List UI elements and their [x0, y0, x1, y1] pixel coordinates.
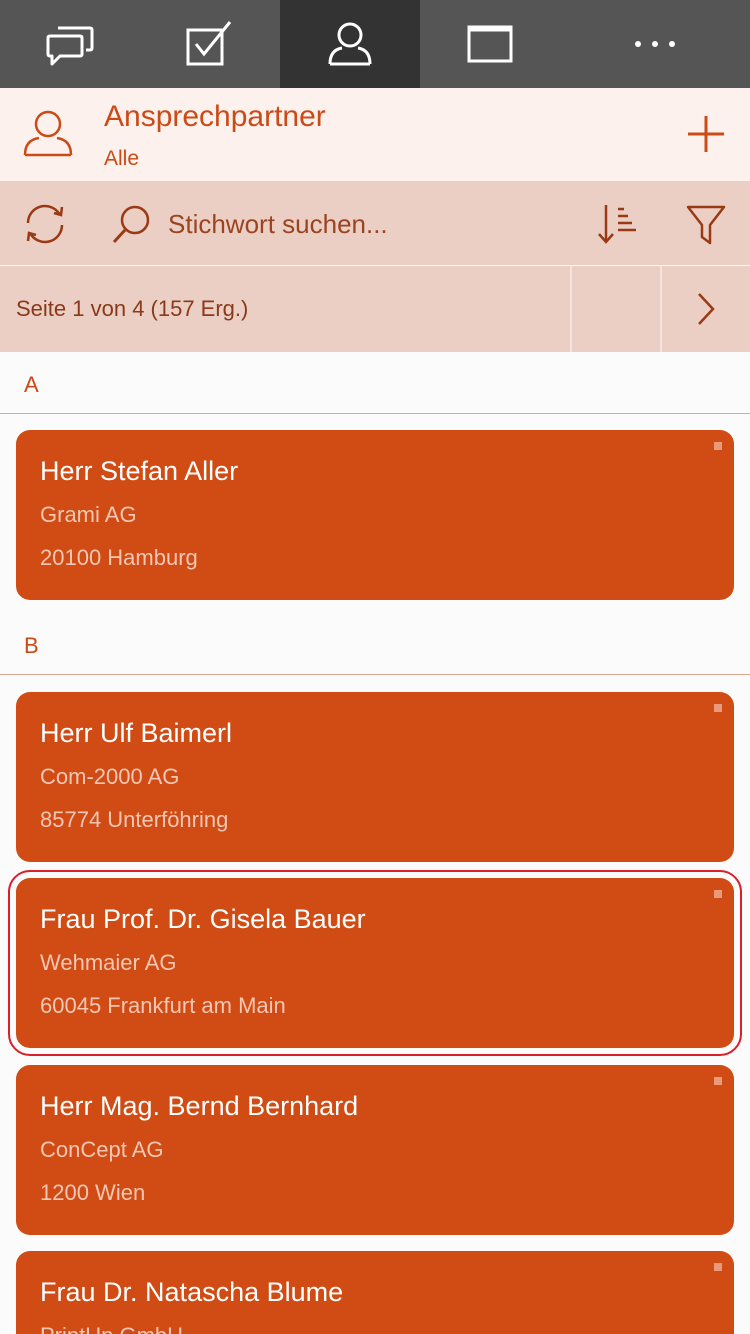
- search-toolbar: [0, 181, 750, 265]
- contact-icon: [328, 22, 372, 66]
- page-info: Seite 1 von 4 (157 Erg.): [16, 296, 249, 321]
- section-letter: B: [24, 633, 39, 658]
- chevron-right-icon: [698, 293, 715, 325]
- contact-name: Frau Prof. Dr. Gisela Bauer: [40, 904, 366, 934]
- contact-city: 20100 Hamburg: [40, 545, 198, 570]
- prev-page-button[interactable]: [572, 266, 660, 352]
- contact-card[interactable]: Herr Mag. Bernd Bernhard ConCept AG 1200…: [16, 1065, 734, 1235]
- status-indicator: [714, 1263, 722, 1271]
- contact-card[interactable]: Frau Prof. Dr. Gisela Bauer Wehmaier AG …: [8, 870, 742, 1056]
- sort-icon[interactable]: [596, 201, 640, 247]
- tab-bar: [0, 0, 750, 88]
- contact-card[interactable]: Herr Ulf Baimerl Com-2000 AG 85774 Unter…: [16, 692, 734, 862]
- checkbox-icon: [186, 21, 232, 66]
- status-indicator: [714, 1077, 722, 1085]
- section-letter: A: [24, 372, 39, 397]
- search-icon[interactable]: [110, 203, 154, 247]
- contact-company: ConCept AG: [40, 1137, 164, 1162]
- page-title: Ansprechpartner: [104, 100, 326, 133]
- status-indicator: [714, 890, 722, 898]
- plus-icon[interactable]: [682, 110, 730, 158]
- contact-name: Herr Ulf Baimerl: [40, 718, 233, 748]
- person-icon: [23, 110, 73, 157]
- section-header: B: [0, 613, 750, 675]
- status-indicator: [714, 442, 722, 450]
- contact-name: Herr Mag. Bernd Bernhard: [40, 1091, 359, 1121]
- pager: Seite 1 von 4 (157 Erg.): [0, 266, 750, 352]
- page-subtitle[interactable]: Alle: [104, 147, 139, 171]
- tab-more[interactable]: [560, 0, 750, 88]
- contact-city: 60045 Frankfurt am Main: [40, 993, 286, 1018]
- refresh-icon[interactable]: [20, 201, 70, 247]
- chat-icon: [46, 26, 94, 66]
- tab-window[interactable]: [420, 0, 560, 88]
- next-page-button[interactable]: [662, 266, 750, 352]
- contact-company: PrintUp GmbH: [40, 1323, 183, 1334]
- contact-name: Frau Dr. Natascha Blume: [40, 1277, 344, 1307]
- filter-icon[interactable]: [684, 203, 728, 247]
- tab-contacts[interactable]: [280, 0, 420, 88]
- page-header: Ansprechpartner Alle: [0, 88, 750, 181]
- contact-card[interactable]: Frau Dr. Natascha Blume PrintUp GmbH: [16, 1251, 734, 1334]
- contact-city: 85774 Unterföhring: [40, 807, 229, 832]
- tab-tasks[interactable]: [140, 0, 280, 88]
- contact-company: Grami AG: [40, 502, 137, 527]
- window-icon: [467, 25, 513, 63]
- contact-name: Herr Stefan Aller: [40, 456, 239, 486]
- contact-company: Com-2000 AG: [40, 764, 180, 789]
- tab-messages[interactable]: [0, 0, 140, 88]
- search-input[interactable]: [168, 201, 568, 247]
- contact-card[interactable]: Herr Stefan Aller Grami AG 20100 Hamburg: [16, 430, 734, 600]
- contact-company: Wehmaier AG: [40, 950, 177, 975]
- section-header: A: [0, 352, 750, 414]
- more-icon: [635, 41, 675, 47]
- status-indicator: [714, 704, 722, 712]
- contact-city: 1200 Wien: [40, 1180, 146, 1205]
